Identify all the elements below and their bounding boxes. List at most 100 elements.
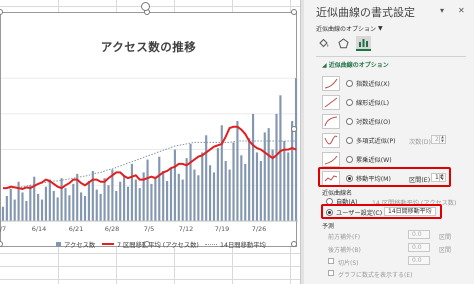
logarithmic-radio[interactable] (346, 117, 353, 125)
access-count-bar[interactable] (177, 173, 180, 221)
access-count-bar[interactable] (267, 128, 270, 221)
access-count-bar[interactable] (13, 199, 16, 221)
access-count-bar[interactable] (259, 161, 262, 221)
access-count-bar[interactable] (173, 149, 176, 221)
trendline-option-linear[interactable]: 線形近似(L) (322, 93, 389, 111)
access-count-bar[interactable] (275, 113, 278, 221)
access-count-bar[interactable] (83, 196, 87, 221)
access-count-bar[interactable] (228, 169, 231, 221)
access-count-bar[interactable] (1, 206, 5, 221)
spinner-arrows-icon[interactable]: ▲ ▼ (439, 135, 445, 143)
access-count-bar[interactable] (25, 201, 28, 221)
trendline-option-logarithmic[interactable]: 対数近似(O) (322, 112, 390, 130)
access-count-bar[interactable] (111, 169, 114, 221)
access-count-bar[interactable] (48, 179, 51, 221)
access-count-bar[interactable] (201, 152, 204, 221)
trendline-option-exponential[interactable]: 指数近似(X) (322, 74, 390, 92)
linear-radio[interactable] (346, 98, 353, 106)
access-count-bar[interactable] (220, 125, 223, 221)
access-count-bar[interactable] (158, 156, 161, 221)
polynomial-order-spinner[interactable]: 2 ▲ ▼ (431, 135, 446, 144)
access-count-bar[interactable] (251, 113, 255, 221)
access-count-bar[interactable] (95, 189, 98, 221)
intercept-input[interactable]: 0.0 (408, 256, 430, 265)
access-count-bar[interactable] (119, 181, 122, 221)
access-count-bar[interactable] (208, 165, 212, 221)
access-count-bar[interactable] (91, 171, 94, 221)
access-count-bar[interactable] (146, 159, 149, 221)
access-count-bar[interactable] (263, 132, 266, 221)
access-count-bar[interactable] (255, 152, 259, 221)
pane-options-chevron-icon[interactable]: ▾ (440, 6, 444, 15)
access-count-bar[interactable] (185, 158, 188, 221)
access-count-bar[interactable] (5, 196, 8, 221)
legend-item-ma7[interactable]: 7 区間移動平均 (アクセス数) (102, 239, 199, 249)
resize-handle-bottom-right[interactable] (291, 241, 297, 247)
access-count-bar[interactable] (244, 163, 247, 221)
access-count-bar[interactable] (205, 135, 208, 221)
trendline-option-power[interactable]: 累乗近似(W) (322, 150, 392, 168)
chart-object[interactable]: アクセス数の推移 /7 6/14 6/21 6/28 7/5 7/12 7/19 7/26 ア… (0, 9, 298, 249)
access-count-bar[interactable] (44, 186, 48, 221)
forward-forecast-input[interactable]: 0.0 (408, 230, 430, 239)
pane-subtitle-dropdown[interactable]: 近似曲線のオプション ▼ (316, 24, 383, 33)
access-count-bar[interactable] (37, 193, 40, 221)
resize-handle-bottom[interactable] (144, 241, 150, 247)
resize-handle-right[interactable] (291, 126, 297, 132)
exponential-radio[interactable] (346, 79, 353, 87)
access-count-bar[interactable] (68, 195, 71, 221)
access-count-bar[interactable] (126, 186, 130, 221)
polynomial-radio[interactable] (346, 136, 353, 144)
access-count-bar[interactable] (87, 181, 91, 221)
access-count-bar[interactable] (80, 192, 83, 221)
access-count-bar[interactable] (240, 155, 243, 221)
access-count-bar[interactable] (9, 188, 12, 221)
access-count-bar[interactable] (181, 179, 184, 221)
access-count-bar[interactable] (279, 95, 282, 221)
access-count-bar[interactable] (115, 191, 118, 221)
access-count-bar[interactable] (154, 176, 157, 221)
access-count-bar[interactable] (169, 168, 173, 221)
access-count-bar[interactable] (103, 178, 106, 221)
access-count-bar[interactable] (123, 175, 126, 221)
intercept-checkbox[interactable] (328, 258, 334, 264)
access-count-bar[interactable] (166, 181, 169, 221)
legend-item-bars[interactable]: アクセス数 (56, 239, 95, 249)
access-count-bar[interactable] (236, 121, 239, 221)
access-count-bar[interactable] (197, 175, 200, 221)
legend-item-ma14[interactable]: 14日間移動平均 (205, 239, 266, 249)
resize-handle-top-right[interactable] (291, 9, 297, 15)
access-count-bar[interactable] (99, 193, 102, 221)
trendline-options-section-heading[interactable]: ◢ 近似曲線のオプション (322, 60, 389, 69)
access-count-bar[interactable] (134, 179, 137, 221)
access-count-bar[interactable] (212, 172, 216, 221)
access-count-bar[interactable] (283, 141, 286, 221)
chart-title[interactable]: アクセス数の推移 (1, 39, 296, 55)
access-count-bar[interactable] (107, 185, 110, 221)
access-count-bar[interactable] (193, 169, 196, 221)
access-count-bar[interactable] (72, 183, 75, 221)
close-icon[interactable]: ✕ (458, 6, 465, 15)
power-radio[interactable] (346, 155, 353, 163)
backward-forecast-input[interactable]: 0.0 (408, 243, 430, 252)
access-count-bar[interactable] (64, 188, 67, 221)
access-count-bar[interactable] (224, 161, 227, 221)
access-count-bar[interactable] (33, 176, 36, 221)
rotate-handle[interactable] (141, 2, 150, 11)
access-count-bar[interactable] (150, 183, 153, 221)
access-count-bar[interactable] (138, 188, 141, 221)
access-count-bar[interactable] (232, 142, 235, 221)
access-count-bar[interactable] (29, 185, 32, 221)
access-count-bar[interactable] (271, 149, 274, 221)
trendline-option-polynomial[interactable]: 多項式近似(P) (322, 131, 396, 149)
fill-bucket-icon[interactable] (316, 36, 331, 51)
access-count-bar[interactable] (56, 197, 59, 221)
access-count-bar[interactable] (60, 178, 63, 221)
access-count-bar[interactable] (216, 148, 219, 221)
pentagon-effects-icon[interactable] (336, 36, 351, 51)
access-count-bar[interactable] (52, 191, 55, 221)
access-count-bar[interactable] (291, 121, 294, 221)
bar-chart-options-icon[interactable] (356, 36, 371, 51)
access-count-bar[interactable] (248, 138, 251, 221)
access-count-bar[interactable] (130, 163, 133, 221)
